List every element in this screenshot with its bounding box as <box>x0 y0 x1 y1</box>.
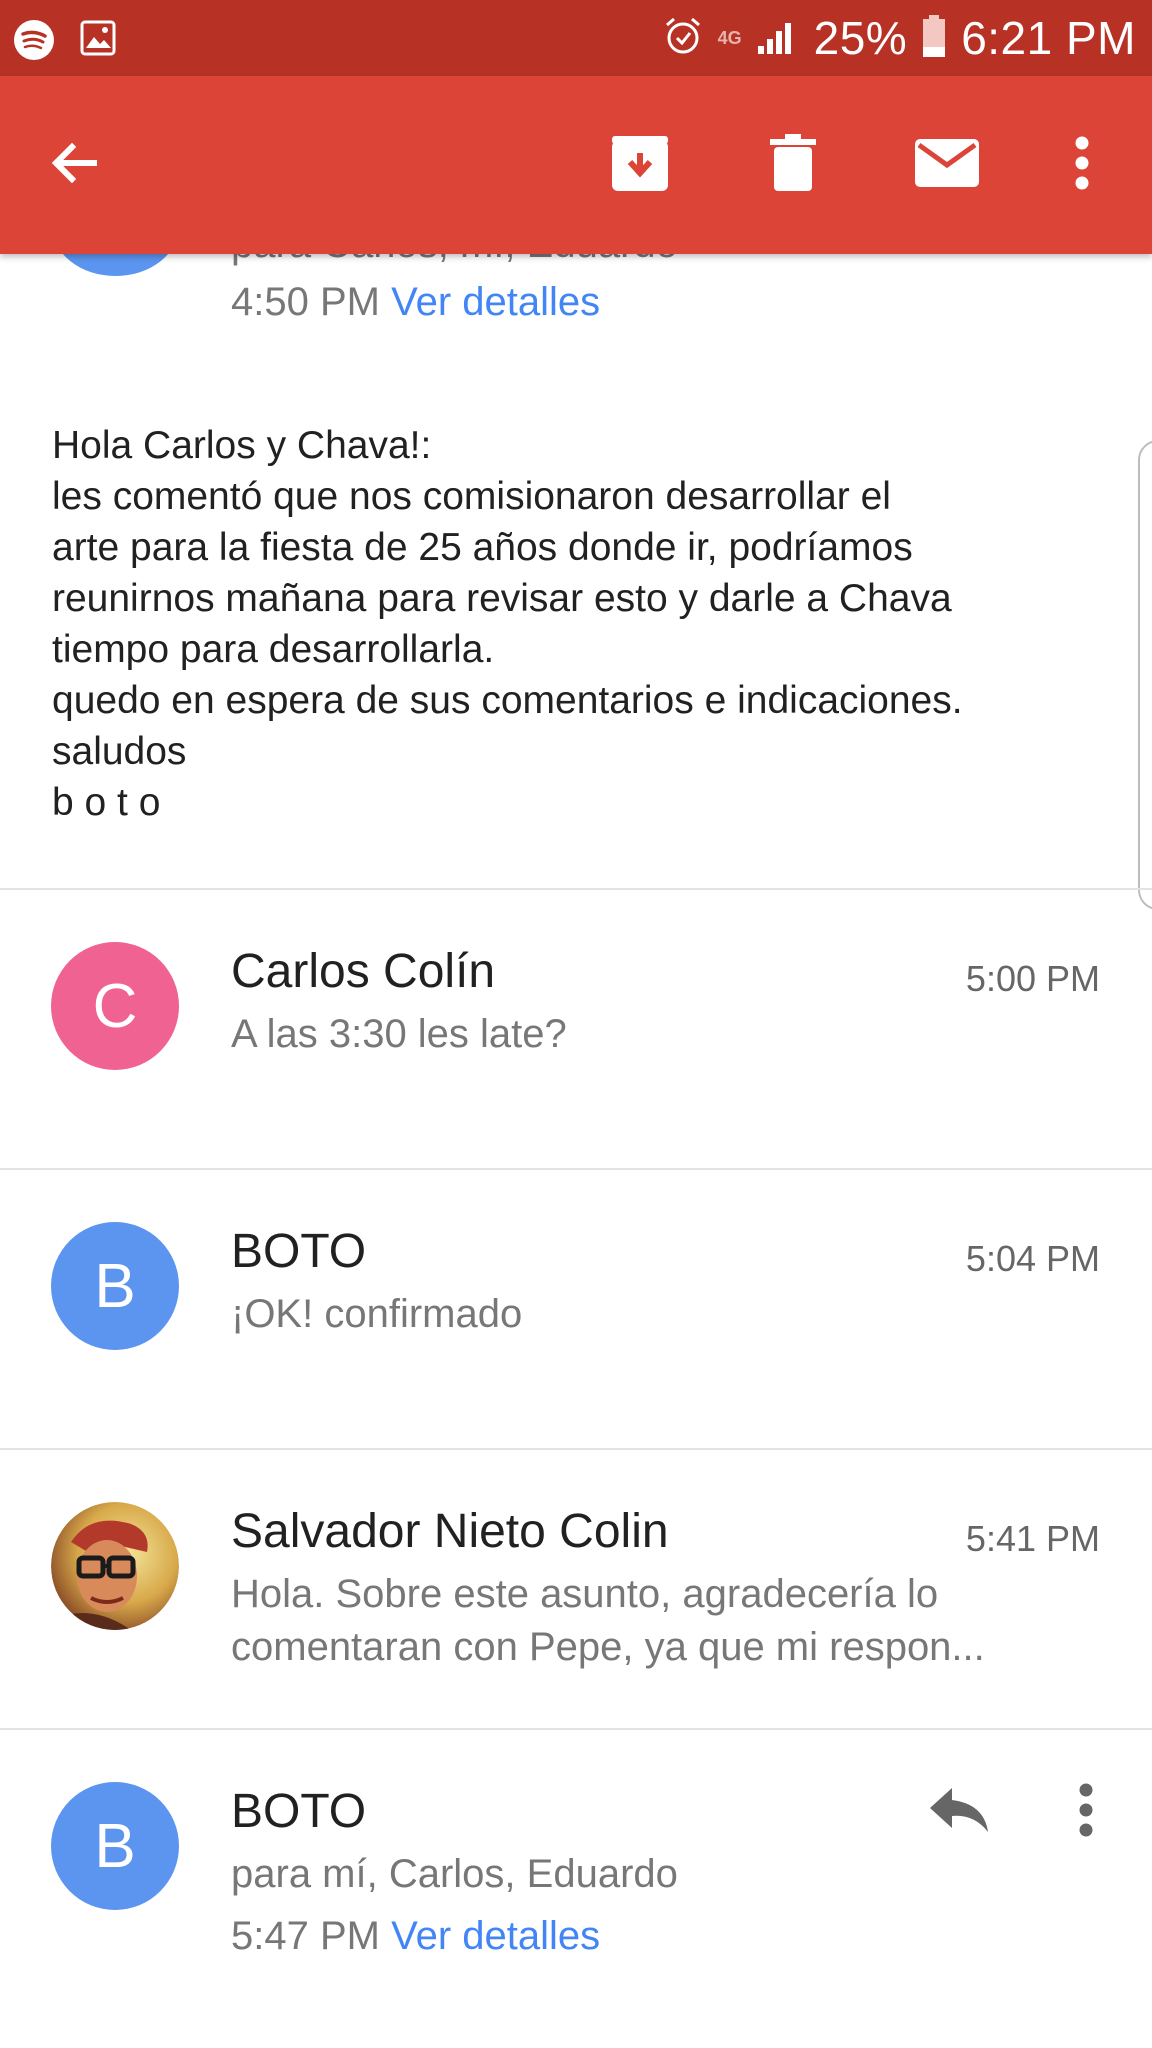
more-options-button[interactable] <box>1032 76 1132 254</box>
avatar[interactable]: C <box>51 942 179 1070</box>
expanded-message-header[interactable]: B BOTO para mí, Carlos, Eduardo 5:47 PM … <box>0 1730 1152 2048</box>
spotify-icon <box>12 18 56 67</box>
signal-icon <box>756 16 800 61</box>
clock: 6:21 PM <box>961 12 1136 64</box>
more-vert-icon <box>1074 135 1090 196</box>
view-details-link[interactable]: Ver detalles <box>391 280 600 324</box>
message-time: 5:04 PM <box>965 1238 1100 1279</box>
message-timestamp-line: 5:47 PM Ver detalles <box>231 1910 600 1963</box>
network-type: 4G <box>717 28 742 48</box>
delete-icon <box>768 133 818 198</box>
body-line: reunirnos mañana para revisar esto y dar… <box>52 577 952 620</box>
signature: b o t o <box>52 781 161 824</box>
message-snippet: Hola. Sobre este asunto, agradecería lo <box>231 1572 939 1616</box>
message-time: 5:00 PM <box>965 958 1100 999</box>
delete-button[interactable] <box>743 76 843 254</box>
thread-message-row[interactable]: B BOTO 5:04 PM ¡OK! confirmado <box>0 1170 1152 1448</box>
sender-name: Salvador Nieto Colin <box>231 1505 669 1558</box>
gallery-icon <box>78 18 118 67</box>
sender-name: BOTO <box>231 1785 367 1838</box>
message-time: 4:50 PM <box>231 280 380 324</box>
reply-button[interactable] <box>928 1786 990 1839</box>
body-line: quedo en espera de sus comentarios e ind… <box>52 679 963 722</box>
mark-unread-button[interactable] <box>897 76 997 254</box>
body-line: arte para la fiesta de 25 años donde ir,… <box>52 526 913 569</box>
back-arrow-icon <box>46 135 102 196</box>
archive-icon <box>609 133 671 198</box>
sender-name: BOTO <box>231 1225 367 1278</box>
message-snippet: A las 3:30 les late? <box>231 1012 567 1056</box>
avatar[interactable] <box>51 1502 179 1630</box>
body-line: les comentó que nos comisionaron desarro… <box>52 475 891 518</box>
battery-icon <box>921 14 947 63</box>
edge-panel-handle[interactable] <box>1138 440 1152 910</box>
message-snippet: ¡OK! confirmado <box>231 1292 523 1336</box>
view-details-link[interactable]: Ver detalles <box>391 1914 600 1958</box>
message-snippet: comentaran con Pepe, ya que mi respon... <box>231 1625 985 1669</box>
message-time: 5:47 PM <box>231 1914 380 1958</box>
gmail-conversation-screen: 4G 25% 6:21 PM para Carlos, mí <box>0 0 1152 2048</box>
archive-button[interactable] <box>590 76 690 254</box>
message-more-button[interactable] <box>1078 1782 1094 1843</box>
body-line: Hola Carlos y Chava!: <box>52 424 432 467</box>
avatar[interactable]: B <box>51 1782 179 1910</box>
avatar[interactable]: B <box>51 1222 179 1350</box>
body-line: tiempo para desarrollarla. <box>52 628 495 671</box>
alarm-icon <box>662 15 704 62</box>
battery-percent: 25% <box>813 12 908 64</box>
app-bar <box>0 76 1152 254</box>
sender-name: Carlos Colín <box>231 945 496 998</box>
message-time: 5:41 PM <box>965 1518 1100 1559</box>
thread-message-row[interactable]: C Carlos Colín 5:00 PM A las 3:30 les la… <box>0 890 1152 1168</box>
reply-icon <box>928 1788 990 1838</box>
thread-message-row[interactable]: Salvador Nieto Colin 5:41 PM Hola. Sobre… <box>0 1450 1152 1728</box>
back-button[interactable] <box>24 76 124 254</box>
profile-photo <box>51 1502 179 1630</box>
status-bar: 4G 25% 6:21 PM <box>0 0 1152 76</box>
recipients: para mí, Carlos, Eduardo <box>231 1852 678 1896</box>
body-line: saludos <box>52 730 187 773</box>
message-timestamp-line: 4:50 PM Ver detalles <box>231 280 600 325</box>
more-vert-icon <box>1078 1783 1094 1842</box>
mark-unread-icon <box>913 137 981 194</box>
message-body: Hola Carlos y Chava!: les comentó que no… <box>52 420 1112 828</box>
